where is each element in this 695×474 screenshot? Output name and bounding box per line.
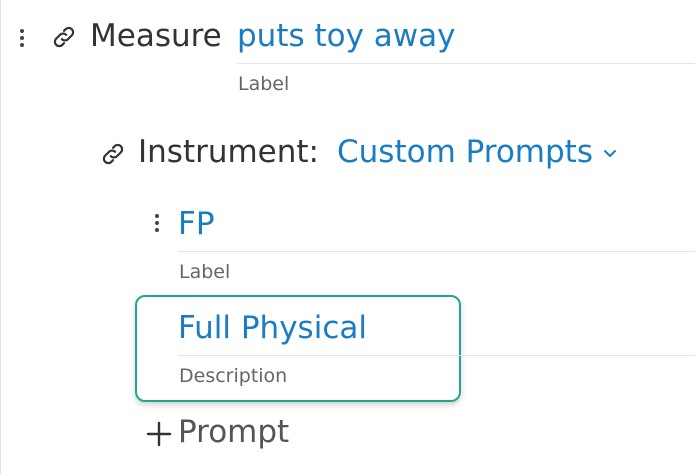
add-prompt-label: Prompt xyxy=(178,414,290,450)
prompt-label-underline xyxy=(178,251,695,252)
measure-heading: Measure xyxy=(90,18,222,54)
prompt-label-caption: Label xyxy=(179,261,231,283)
measure-label-underline xyxy=(237,63,695,64)
prompt-description-value[interactable]: Full Physical xyxy=(178,310,367,346)
instrument-dropdown[interactable]: Custom Prompts xyxy=(337,134,617,170)
editor-panel: Measure puts toy away Label Instrument: … xyxy=(0,0,695,474)
measure-label-caption: Label xyxy=(238,73,290,95)
instrument-dropdown-value: Custom Prompts xyxy=(337,134,593,170)
plus-icon xyxy=(146,421,172,447)
instrument-heading: Instrument: xyxy=(138,134,320,170)
prompt-description-caption: Description xyxy=(179,365,288,387)
measure-link-icon[interactable] xyxy=(51,24,77,50)
chevron-down-icon xyxy=(603,149,616,157)
prompt-kebab-menu-icon[interactable] xyxy=(152,214,162,235)
prompt-label-value[interactable]: FP xyxy=(178,206,215,242)
instrument-link-icon[interactable] xyxy=(100,141,126,167)
measure-kebab-menu-icon[interactable] xyxy=(17,29,27,50)
measure-label-value[interactable]: puts toy away xyxy=(237,18,456,54)
prompt-description-underline xyxy=(178,355,695,356)
